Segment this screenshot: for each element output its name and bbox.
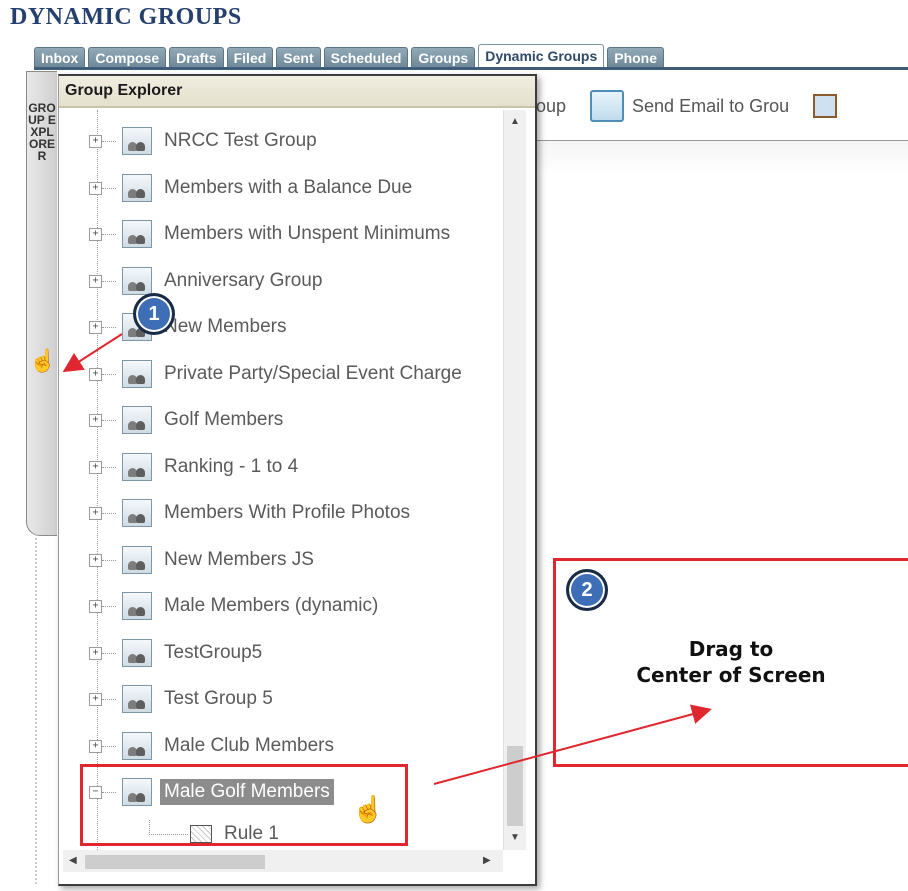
annotation-arrows	[62, 333, 712, 785]
arrow-to-drop-target	[433, 704, 712, 785]
arrow-to-side-tab	[62, 333, 123, 373]
